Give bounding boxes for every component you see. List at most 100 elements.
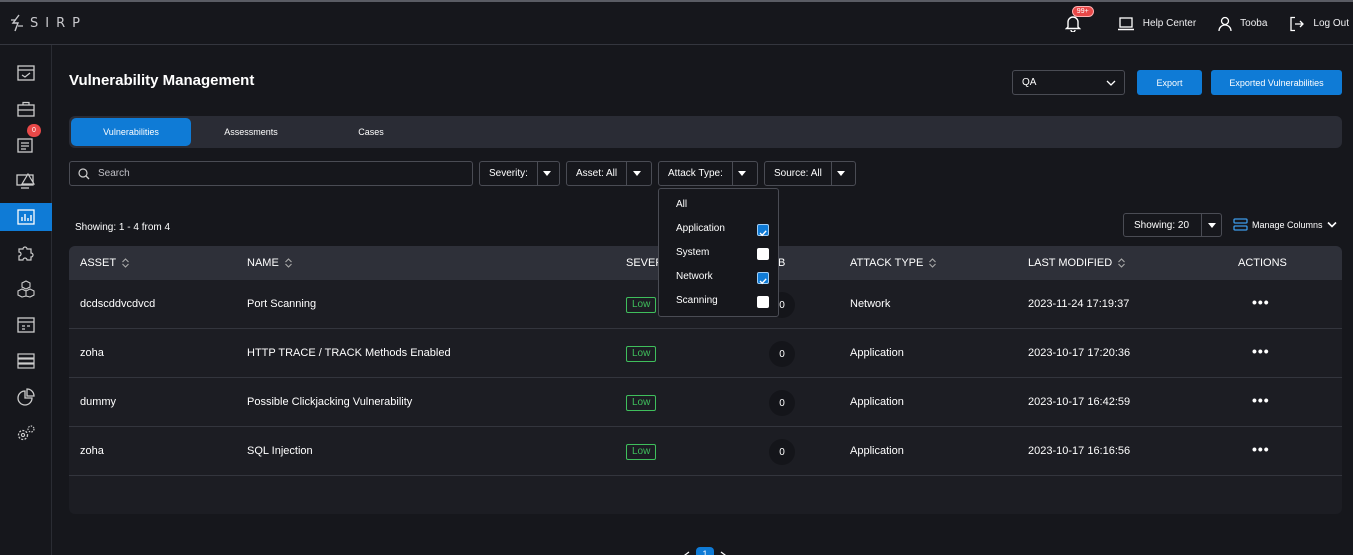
cell-attack-type: Network: [850, 298, 891, 310]
user-menu[interactable]: Tooba: [1218, 16, 1267, 32]
cell-name[interactable]: Possible Clickjacking Vulnerability: [247, 396, 412, 408]
caret-down-icon: [1201, 214, 1221, 236]
column-header-attack-type[interactable]: ATTACK TYPE: [850, 257, 937, 269]
tab-assessments[interactable]: Assessments: [191, 118, 311, 146]
checkmark-icon: [759, 278, 767, 285]
cell-asset: dcdscddvcdvcd: [80, 298, 156, 310]
row-actions-menu[interactable]: •••: [1252, 294, 1270, 310]
search-icon: [78, 167, 90, 179]
vulnerability-chart-icon: [17, 209, 35, 225]
severity-badge: Low: [626, 444, 657, 460]
bell-icon: 99+: [1064, 5, 1094, 34]
page-number-current[interactable]: 1: [696, 547, 714, 555]
organization-select-value: QA: [1022, 77, 1037, 88]
scanning-checkbox[interactable]: [757, 296, 769, 308]
sort-icon: [929, 258, 937, 268]
severity-filter-label: Severity:: [489, 168, 528, 179]
count-badge: 0: [769, 341, 795, 367]
asset-filter-label: Asset: All: [576, 168, 618, 179]
column-header-count[interactable]: B: [778, 257, 785, 269]
attack-type-filter[interactable]: Attack Type:: [658, 161, 758, 186]
sidebar-item-vulnerability[interactable]: [0, 203, 52, 231]
sidebar-item-alerts[interactable]: [0, 167, 52, 195]
column-header-asset[interactable]: ASSET: [80, 257, 129, 269]
sidebar-item-settings[interactable]: [0, 419, 52, 447]
dropdown-option-all[interactable]: All: [676, 199, 687, 210]
dashboard-icon: [17, 65, 35, 81]
cases-icon: [17, 138, 33, 153]
sort-icon: [1118, 258, 1126, 268]
dropdown-option-application[interactable]: Application: [676, 223, 725, 234]
calendar-panel-icon: [17, 317, 35, 333]
logo-text: SIRP: [30, 15, 87, 31]
sidebar: 0: [0, 45, 52, 555]
organization-select[interactable]: QA: [1012, 70, 1125, 95]
network-checkbox[interactable]: [757, 272, 769, 285]
severity-filter[interactable]: Severity:: [479, 161, 560, 186]
row-actions-menu[interactable]: •••: [1252, 441, 1270, 457]
manage-columns-label: Manage Columns: [1252, 219, 1323, 230]
pagination: 1: [684, 547, 726, 555]
table-row[interactable]: zoha HTTP TRACE / TRACK Methods Enabled …: [69, 329, 1342, 378]
severity-badge: Low: [626, 297, 657, 313]
user-icon: [1218, 16, 1232, 31]
cell-name[interactable]: SQL Injection: [247, 445, 313, 457]
dropdown-option-network[interactable]: Network: [676, 271, 713, 282]
page-size-select[interactable]: Showing: 20: [1123, 213, 1222, 237]
sidebar-item-integrations[interactable]: [0, 239, 52, 267]
application-checkbox[interactable]: [757, 224, 769, 237]
source-filter-label: Source: All: [774, 168, 822, 179]
source-filter[interactable]: Source: All: [764, 161, 856, 186]
tab-cases[interactable]: Cases: [311, 118, 431, 146]
caret-down-icon: [731, 162, 752, 185]
cell-attack-type: Application: [850, 347, 904, 359]
logout-button[interactable]: Log Out: [1289, 16, 1349, 32]
asset-filter[interactable]: Asset: All: [566, 161, 652, 186]
attack-type-filter-label: Attack Type:: [668, 168, 723, 179]
briefcase-icon: [17, 101, 35, 117]
sidebar-item-cases[interactable]: 0: [0, 124, 52, 159]
search-field[interactable]: [69, 161, 473, 186]
export-button[interactable]: Export: [1137, 70, 1202, 95]
sidebar-item-reports[interactable]: [0, 311, 52, 339]
cell-name[interactable]: HTTP TRACE / TRACK Methods Enabled: [247, 347, 451, 359]
sidebar-item-analytics[interactable]: [0, 383, 52, 411]
manage-columns-button[interactable]: Manage Columns: [1233, 217, 1337, 232]
count-badge: 0: [769, 390, 795, 416]
search-input[interactable]: [98, 168, 458, 179]
notification-count-badge: 99+: [1071, 5, 1094, 17]
dropdown-option-scanning[interactable]: Scanning: [676, 295, 718, 306]
column-header-name[interactable]: NAME: [247, 257, 292, 269]
chevron-left-icon[interactable]: [684, 551, 690, 555]
logout-label: Log Out: [1313, 18, 1349, 29]
tab-vulnerabilities[interactable]: Vulnerabilities: [71, 118, 191, 146]
chevron-right-icon[interactable]: [720, 551, 726, 555]
sort-icon: [284, 258, 292, 268]
dropdown-option-system[interactable]: System: [676, 247, 709, 258]
sidebar-item-briefcase[interactable]: [0, 95, 52, 123]
system-checkbox[interactable]: [757, 248, 769, 260]
attack-type-dropdown: All Application System Network Scanning: [658, 188, 779, 317]
app-logo[interactable]: SIRP: [10, 14, 87, 32]
server-icon: [17, 353, 35, 369]
exported-vulnerabilities-button[interactable]: Exported Vulnerabilities: [1211, 70, 1342, 95]
cell-last-modified: 2023-10-17 16:16:56: [1028, 445, 1131, 457]
cell-last-modified: 2023-11-24 17:19:37: [1028, 298, 1130, 310]
cell-asset: zoha: [80, 445, 104, 457]
column-header-last-modified[interactable]: LAST MODIFIED: [1028, 257, 1126, 269]
table-row[interactable]: zoha SQL Injection Low 0 Application 202…: [69, 427, 1342, 476]
help-center-link[interactable]: Help Center: [1117, 16, 1196, 31]
page-size-label: Showing: 20: [1134, 219, 1190, 231]
row-actions-menu[interactable]: •••: [1252, 392, 1270, 408]
cubes-icon: [17, 280, 35, 298]
table-row[interactable]: dummy Possible Clickjacking Vulnerabilit…: [69, 378, 1342, 427]
sidebar-item-servers[interactable]: [0, 347, 52, 375]
sidebar-item-dashboard[interactable]: [0, 59, 52, 87]
sidebar-item-assets[interactable]: [0, 275, 52, 303]
notifications-button[interactable]: 99+: [1064, 5, 1095, 34]
puzzle-icon: [18, 246, 34, 261]
cell-attack-type: Application: [850, 396, 904, 408]
row-actions-menu[interactable]: •••: [1252, 343, 1270, 359]
cell-name[interactable]: Port Scanning: [247, 298, 316, 310]
severity-badge: Low: [626, 346, 657, 362]
